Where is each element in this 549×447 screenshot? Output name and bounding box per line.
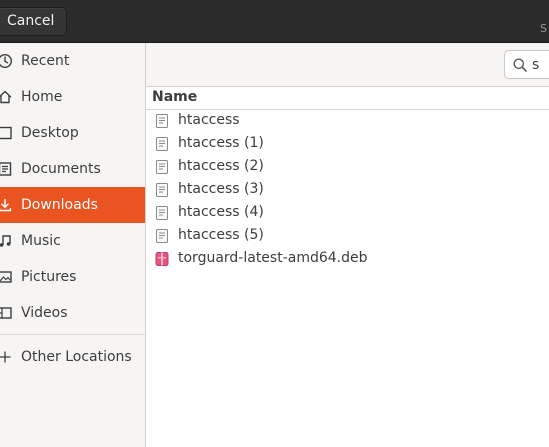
text-file-icon bbox=[154, 113, 170, 129]
sidebar-item-label: Videos bbox=[21, 305, 68, 321]
text-file-icon bbox=[154, 182, 170, 198]
column-header-name[interactable]: Name bbox=[152, 89, 197, 105]
header-bar: Cancel S bbox=[0, 0, 549, 43]
music-note-icon bbox=[0, 233, 13, 249]
home-icon bbox=[0, 89, 13, 105]
sidebar-item-desktop[interactable]: Desktop bbox=[0, 115, 145, 151]
file-list: htaccess htaccess (1) htaccess (2) htacc… bbox=[146, 110, 549, 447]
sidebar-item-label: Home bbox=[21, 89, 63, 105]
sidebar-item-documents[interactable]: Documents bbox=[0, 151, 145, 187]
download-icon bbox=[0, 197, 13, 213]
search-icon bbox=[512, 57, 528, 73]
document-icon bbox=[0, 161, 13, 177]
file-name: torguard-latest-amd64.deb bbox=[178, 250, 368, 266]
file-name: htaccess (2) bbox=[178, 158, 264, 174]
places-sidebar: Recent Home Desktop Documents Downloads … bbox=[0, 43, 146, 447]
dialog-title: S bbox=[540, 22, 547, 35]
file-row[interactable]: htaccess (1) bbox=[146, 133, 549, 156]
search-box[interactable] bbox=[504, 50, 549, 79]
sidebar-item-videos[interactable]: Videos bbox=[0, 295, 145, 331]
sidebar-item-label: Other Locations bbox=[21, 349, 132, 365]
location-toolbar bbox=[146, 43, 549, 87]
file-row[interactable]: htaccess (4) bbox=[146, 202, 549, 225]
search-input[interactable] bbox=[532, 55, 549, 75]
sidebar-item-label: Desktop bbox=[21, 125, 79, 141]
picture-icon bbox=[0, 269, 13, 285]
file-name: htaccess (4) bbox=[178, 204, 264, 220]
film-icon bbox=[0, 305, 13, 321]
file-name: htaccess (3) bbox=[178, 181, 264, 197]
sidebar-separator bbox=[0, 334, 145, 335]
sidebar-item-label: Downloads bbox=[21, 197, 98, 213]
desktop-icon bbox=[0, 125, 13, 141]
file-name: htaccess (1) bbox=[178, 135, 264, 151]
sidebar-item-label: Music bbox=[21, 233, 61, 249]
cancel-button[interactable]: Cancel bbox=[0, 7, 67, 36]
file-name: htaccess bbox=[178, 112, 240, 128]
sidebar-item-downloads[interactable]: Downloads bbox=[0, 187, 145, 223]
sidebar-item-label: Documents bbox=[21, 161, 101, 177]
text-file-icon bbox=[154, 205, 170, 221]
package-icon bbox=[154, 251, 170, 267]
sidebar-item-other-locations[interactable]: Other Locations bbox=[0, 339, 145, 375]
file-row[interactable]: htaccess (3) bbox=[146, 179, 549, 202]
text-file-icon bbox=[154, 159, 170, 175]
file-row[interactable]: htaccess (2) bbox=[146, 156, 549, 179]
sidebar-item-recent[interactable]: Recent bbox=[0, 43, 145, 79]
text-file-icon bbox=[154, 136, 170, 152]
plus-icon bbox=[0, 349, 13, 365]
file-row[interactable]: htaccess bbox=[146, 110, 549, 133]
column-header: Name bbox=[146, 87, 549, 110]
sidebar-item-music[interactable]: Music bbox=[0, 223, 145, 259]
file-row[interactable]: htaccess (5) bbox=[146, 225, 549, 248]
sidebar-item-label: Pictures bbox=[21, 269, 77, 285]
sidebar-item-label: Recent bbox=[21, 53, 70, 69]
text-file-icon bbox=[154, 228, 170, 244]
clock-icon bbox=[0, 53, 13, 69]
sidebar-item-pictures[interactable]: Pictures bbox=[0, 259, 145, 295]
file-row[interactable]: torguard-latest-amd64.deb bbox=[146, 248, 549, 271]
sidebar-item-home[interactable]: Home bbox=[0, 79, 145, 115]
file-name: htaccess (5) bbox=[178, 227, 264, 243]
